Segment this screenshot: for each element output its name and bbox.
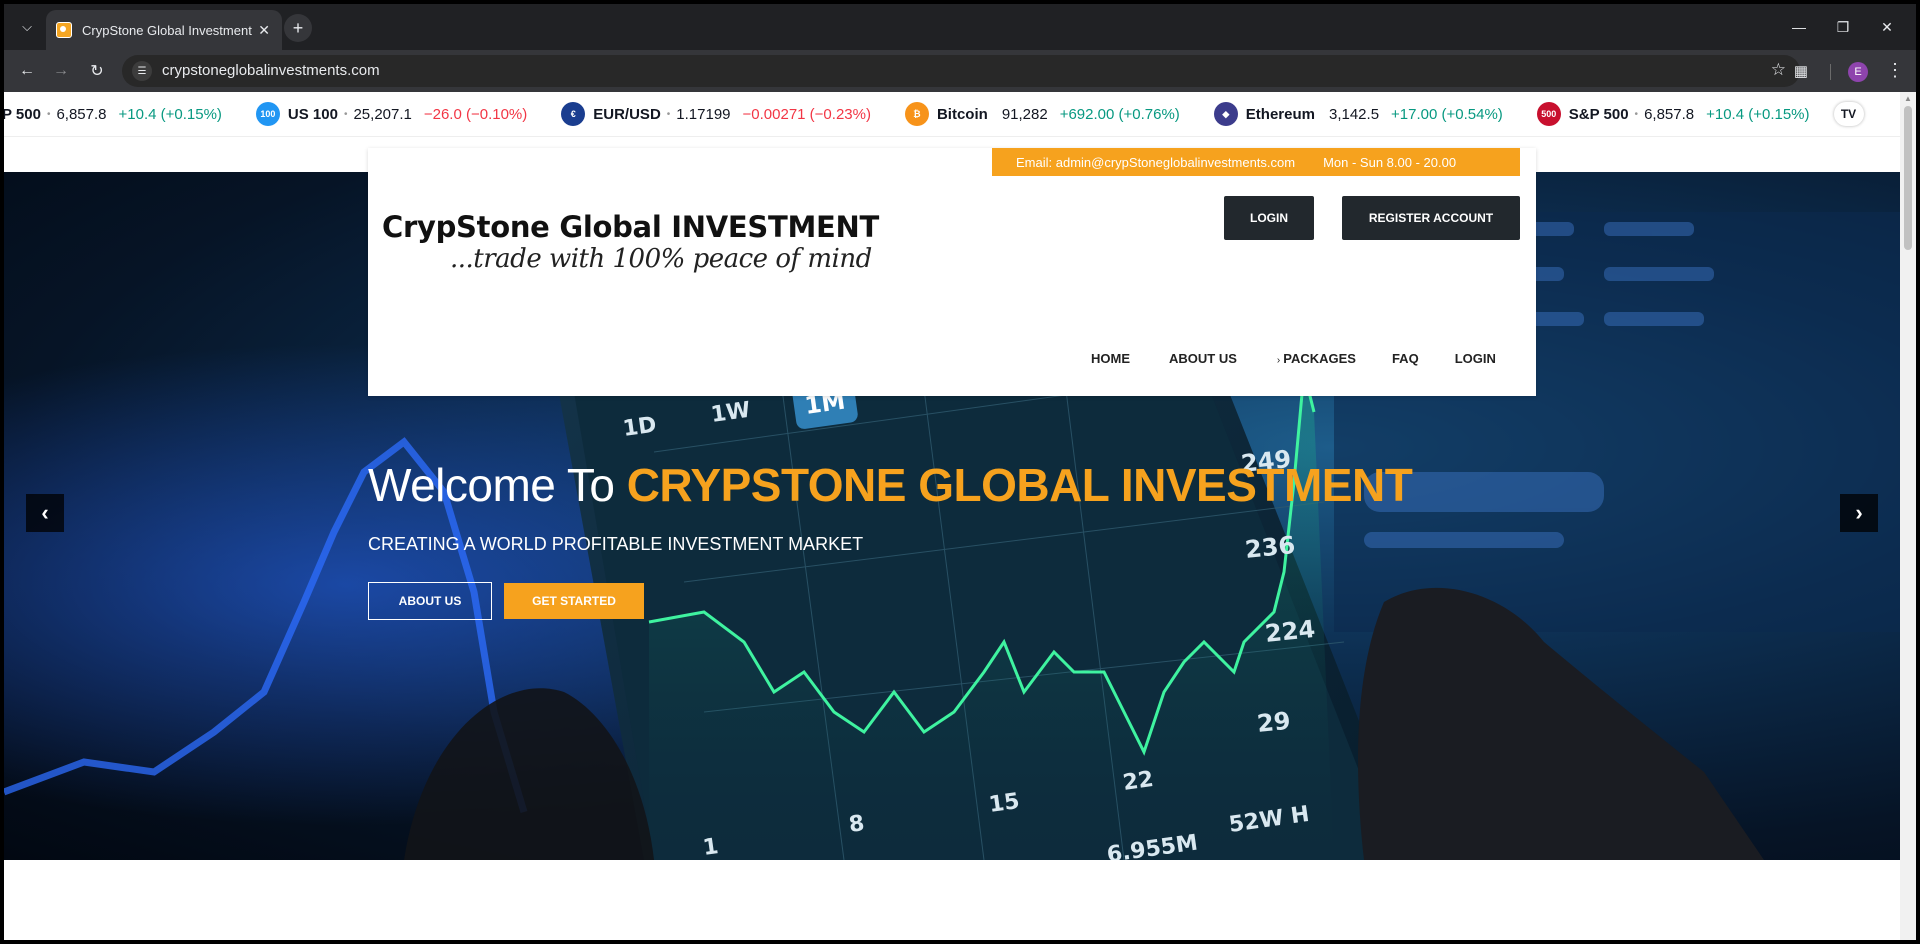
slider-next-arrow-icon[interactable]: › xyxy=(1840,494,1878,532)
restore-window-button[interactable]: ❐ xyxy=(1826,14,1860,40)
forward-button[interactable]: → xyxy=(48,58,74,84)
ticker-logo-icon: ₿ xyxy=(904,102,929,126)
active-tab[interactable]: CrypStone Global Investment ✕ xyxy=(46,10,282,50)
ticker-separator-dot: • xyxy=(1634,108,1639,120)
tab-search-chevron-icon[interactable]: ⌵ xyxy=(14,14,40,40)
site-info-icon[interactable]: ☰ xyxy=(132,61,152,81)
tab-title: CrypStone Global Investment xyxy=(82,22,252,38)
hero-tagline: CREATING A WORLD PROFITABLE INVESTMENT M… xyxy=(368,534,864,554)
contact-email[interactable]: Email: admin@crypStoneglobalinvestments.… xyxy=(1016,155,1295,170)
ticker-price: 6,857.8 xyxy=(56,105,107,123)
bookmark-star-icon[interactable]: ☆ xyxy=(1771,60,1786,80)
site-logo-slogan: ...trade with 100% peace of mind xyxy=(450,244,872,274)
ticker-separator-dot: • xyxy=(46,108,51,120)
minimize-window-button[interactable]: — xyxy=(1782,14,1816,40)
chevron-right-icon: › xyxy=(1276,355,1281,366)
market-ticker-tape: 500 P 500 • 6,857.8 +10.4 (+0.15%) 100 US 100 •… xyxy=(4,92,1900,137)
ticker-price: 6,857.8 xyxy=(1644,105,1695,123)
scroll-up-arrow-icon[interactable]: ▲ xyxy=(1904,94,1912,103)
new-tab-button[interactable]: + xyxy=(284,14,312,42)
ticker-logo-icon: 100 xyxy=(255,102,280,126)
get-started-button[interactable]: GET STARTED xyxy=(504,583,644,619)
hero-welcome-heading: Welcome To CRYPSTONE GLOBAL INVESTMENT xyxy=(368,458,1413,512)
back-button[interactable]: ← xyxy=(14,58,40,84)
page-scrollbar[interactable]: ▲ xyxy=(1900,92,1916,940)
nav-about-us[interactable]: ABOUT US xyxy=(1169,351,1237,366)
scrollbar-thumb[interactable] xyxy=(1904,106,1912,250)
ticker-logo-icon: 500 xyxy=(1536,102,1561,126)
browser-window: ⌵ CrypStone Global Investment ✕ + — ❐ ✕ … xyxy=(4,4,1916,940)
ticker-change: +10.4 (+0.15%) xyxy=(1706,105,1810,123)
ticker-symbol: EUR/USD xyxy=(593,105,661,123)
ticker-separator-dot: • xyxy=(666,108,671,120)
reload-button[interactable]: ↻ xyxy=(84,58,110,84)
ticker-change: −0.00271 (−0.23%) xyxy=(742,105,871,123)
svg-text:1D: 1D xyxy=(621,413,658,442)
ticker-price: 1.17199 xyxy=(676,105,731,123)
close-window-button[interactable]: ✕ xyxy=(1870,14,1904,40)
tab-strip: ⌵ CrypStone Global Investment ✕ + — ❐ ✕ xyxy=(4,4,1916,50)
ticker-symbol: S&P 500 xyxy=(1568,105,1629,123)
ticker-item[interactable]: 100 US 100 • 25,207.1 −26.0 (−0.10%) xyxy=(255,102,528,126)
toolbar-divider xyxy=(1830,64,1831,80)
ticker-price: 3,142.5 xyxy=(1328,105,1380,123)
tab-close-icon[interactable]: ✕ xyxy=(258,21,270,39)
page-viewport: 500 P 500 • 6,857.8 +10.4 (+0.15%) 100 US 100 •… xyxy=(4,92,1900,940)
browser-toolbar: ← → ↻ ☰ crypstoneglobalinvestments.com ☆… xyxy=(4,50,1916,92)
site-header: Email: admin@crypStoneglobalinvestments.… xyxy=(368,148,1536,396)
welcome-brand: CRYPSTONE GLOBAL INVESTMENT xyxy=(626,459,1413,511)
site-favicon-icon xyxy=(56,22,72,38)
nav-packages[interactable]: › PACKAGES xyxy=(1277,351,1356,366)
welcome-prefix: Welcome To xyxy=(368,459,627,511)
profile-avatar[interactable]: E xyxy=(1848,62,1868,82)
ticker-change: +10.4 (+0.15%) xyxy=(118,105,222,123)
url-text[interactable]: crypstoneglobalinvestments.com xyxy=(162,62,380,79)
ticker-logo-icon: ◆ xyxy=(1213,102,1238,126)
tradingview-logo-icon[interactable]: TV xyxy=(1833,102,1864,126)
ticker-item[interactable]: ₿ Bitcoin 91,282 +692.00 (+0.76%) xyxy=(904,102,1180,126)
svg-text:22: 22 xyxy=(1121,767,1155,796)
main-navigation: HOME ABOUT US › PACKAGES FAQ LOGIN xyxy=(1091,351,1496,366)
svg-text:236: 236 xyxy=(1244,531,1297,564)
ticker-change: +692.00 (+0.76%) xyxy=(1059,105,1180,123)
ticker-change: −26.0 (−0.10%) xyxy=(423,105,528,123)
nav-home[interactable]: HOME xyxy=(1091,351,1130,366)
site-logo-title[interactable]: CrypStone Global INVESTMENT xyxy=(382,210,879,244)
ticker-item[interactable]: ◆ Ethereum 3,142.5 +17.00 (+0.54%) xyxy=(1213,102,1503,126)
svg-text:29: 29 xyxy=(1256,707,1292,738)
ticker-item[interactable]: € EUR/USD • 1.17199 −0.00271 (−0.23%) xyxy=(561,102,871,126)
slider-prev-arrow-icon[interactable]: ‹ xyxy=(26,494,64,532)
ticker-item[interactable]: 500P 500•6,857.8+10.4 (+0.15%) xyxy=(4,102,222,126)
login-button[interactable]: LOGIN xyxy=(1224,196,1314,240)
address-bar[interactable]: ☰ crypstoneglobalinvestments.com ☆ xyxy=(122,55,1800,87)
ticker-price: 25,207.1 xyxy=(353,105,412,123)
svg-text:15: 15 xyxy=(987,789,1021,818)
contact-info-bar: Email: admin@crypStoneglobalinvestments.… xyxy=(992,148,1520,176)
ticker-separator-dot: • xyxy=(343,108,348,120)
extensions-puzzle-icon[interactable]: ▦ xyxy=(1790,60,1812,82)
page-content-area xyxy=(4,860,1900,940)
opening-hours: Mon - Sun 8.00 - 20.00 xyxy=(1323,154,1457,170)
svg-text:224: 224 xyxy=(1264,615,1317,648)
ticker-logo-icon: € xyxy=(561,102,586,126)
nav-faq[interactable]: FAQ xyxy=(1392,351,1419,366)
ticker-change: +17.00 (+0.54%) xyxy=(1391,105,1503,123)
browser-menu-icon[interactable]: ⋮ xyxy=(1886,60,1904,81)
about-us-button[interactable]: ABOUT US xyxy=(368,582,492,620)
ticker-price: 91,282 xyxy=(1001,105,1048,123)
ticker-symbol: Bitcoin xyxy=(936,105,988,123)
ticker-item[interactable]: 500 S&P 500 • 6,857.8 +10.4 (+0.15%) xyxy=(1536,102,1810,126)
ticker-symbol: P 500 xyxy=(4,105,41,123)
register-account-button[interactable]: REGISTER ACCOUNT xyxy=(1342,196,1520,240)
ticker-symbol: Ethereum xyxy=(1245,105,1315,123)
nav-login[interactable]: LOGIN xyxy=(1455,351,1496,366)
ticker-symbol: US 100 xyxy=(287,105,338,123)
